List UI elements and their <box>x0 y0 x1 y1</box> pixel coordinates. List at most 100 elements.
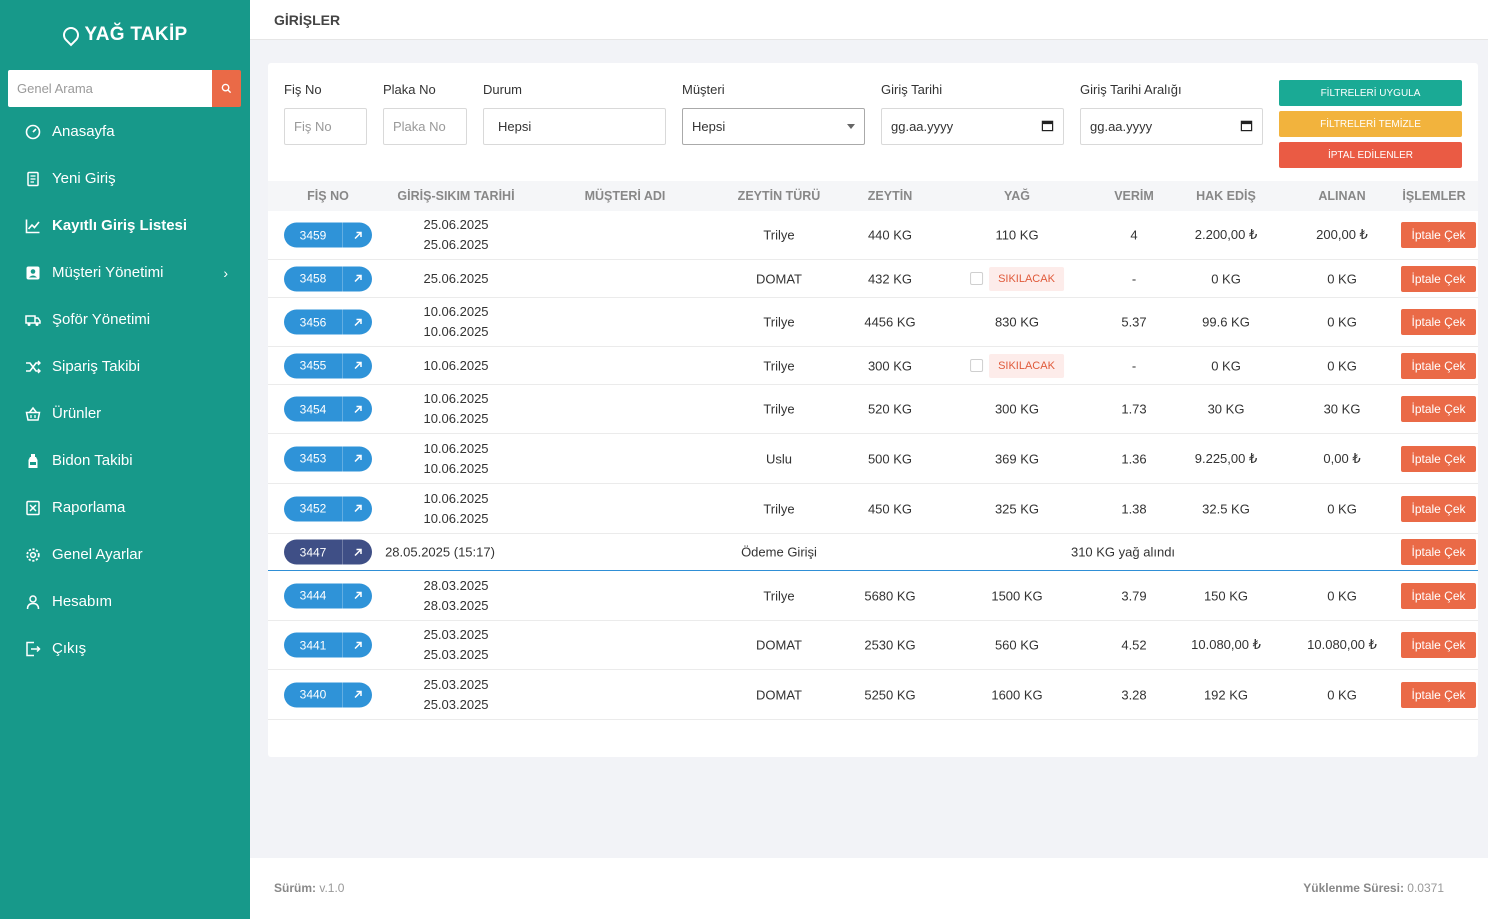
yield-value: 3.28 <box>1121 687 1147 702</box>
column-header[interactable]: İŞLEMLER <box>1402 181 1465 211</box>
giris-tarihi-araligi-input[interactable]: gg.aa.yyyy <box>1080 108 1263 145</box>
column-header[interactable]: MÜŞTERİ ADI <box>585 181 666 211</box>
press-date: 10.06.2025 <box>423 324 489 339</box>
shuffle-icon <box>25 359 41 375</box>
sidebar-item-9[interactable]: Raporlama <box>0 484 250 531</box>
entry-date: 28.03.2025 <box>423 577 489 593</box>
received-value: 200,00 ₺ <box>1316 227 1368 242</box>
basket-icon <box>25 406 41 422</box>
brand-logo[interactable]: YAĞ TAKİP <box>0 0 250 70</box>
entry-dates: 25.03.2025 25.03.2025 <box>423 675 488 715</box>
open-link-icon[interactable] <box>342 309 372 335</box>
entry-date: 25.03.2025 <box>423 627 489 642</box>
fis-no-button[interactable]: 3456 <box>284 309 372 335</box>
cancel-entry-button[interactable]: İptale Çek <box>1401 632 1476 658</box>
sidebar-item-10[interactable]: Genel Ayarlar <box>0 531 250 578</box>
cancel-entry-button[interactable]: İptale Çek <box>1401 539 1476 565</box>
cancel-entry-button[interactable]: İptale Çek <box>1401 265 1476 292</box>
filter-musteri-label: Müşteri <box>682 82 725 97</box>
fis-number: 3452 <box>299 501 327 516</box>
cancel-entry-button[interactable]: İptale Çek <box>1401 681 1476 708</box>
cancelled-entries-button[interactable]: İPTAL EDİLENLER <box>1279 142 1462 168</box>
column-header[interactable]: FİŞ NO <box>307 181 349 211</box>
sidebar-item-5[interactable]: Şoför Yönetimi <box>0 296 250 343</box>
sidebar-item-4[interactable]: Müşteri Yönetimi › <box>0 249 250 296</box>
open-link-icon[interactable] <box>342 682 372 707</box>
open-link-icon[interactable] <box>342 396 372 422</box>
olive-type: Trilye <box>763 401 795 417</box>
entry-date: 10.06.2025 <box>423 304 489 319</box>
cancel-entry-button[interactable]: İptale Çek <box>1401 309 1476 335</box>
fis-no-button[interactable]: 3458 <box>284 266 372 291</box>
open-link-icon[interactable] <box>342 583 372 608</box>
brand-name: YAĞ TAKİP <box>84 24 188 45</box>
open-link-icon[interactable] <box>342 353 372 378</box>
column-header[interactable]: VERİM <box>1114 181 1154 211</box>
fis-no-button[interactable]: 3453 <box>284 446 372 471</box>
user-icon <box>25 594 41 610</box>
plaka-no-input[interactable]: Plaka No <box>383 108 467 145</box>
sidebar-item-11[interactable]: Hesabım <box>0 578 250 625</box>
apply-filters-button[interactable]: FİLTRELERİ UYGULA <box>1279 80 1462 106</box>
sidebar-item-8[interactable]: Bidon Takibi <box>0 437 250 484</box>
column-header[interactable]: ALINAN <box>1318 181 1365 211</box>
table-header: FİŞ NO GİRİŞ-SIKIM TARİHİ MÜŞTERİ ADI ZEYTİ… <box>268 181 1478 211</box>
pending-checkbox[interactable] <box>970 359 984 372</box>
durum-select[interactable]: Hepsi <box>483 108 666 145</box>
search-input[interactable] <box>8 70 212 107</box>
entry-dates: 10.06.2025 10.06.2025 <box>423 389 488 429</box>
calendar-icon[interactable] <box>1240 119 1253 135</box>
sidebar-item-6[interactable]: Sipariş Takibi <box>0 343 250 390</box>
sidebar-item-2[interactable]: Yeni Giriş <box>0 155 250 202</box>
cancel-entry-button[interactable]: İptale Çek <box>1401 222 1476 248</box>
sidebar-item-label: Müşteri Yönetimi <box>52 264 164 281</box>
fis-no-input[interactable]: Fiş No <box>284 108 367 145</box>
fis-no-button[interactable]: 3455 <box>284 353 372 378</box>
received-value: 0 KG <box>1327 358 1357 373</box>
yield-value: 1.38 <box>1121 501 1147 516</box>
clear-filters-button[interactable]: FİLTRELERİ TEMİZLE <box>1279 111 1462 137</box>
version-info: Sürüm: v.1.0 <box>274 881 344 895</box>
entry-dates: 10.06.2025 10.06.2025 <box>423 439 488 479</box>
calendar-icon[interactable] <box>1041 119 1054 135</box>
fis-no-button[interactable]: 3452 <box>284 496 372 521</box>
fis-no-button[interactable]: 3444 <box>284 583 372 608</box>
cancel-entry-button[interactable]: İptale Çek <box>1401 495 1476 522</box>
cancel-entry-button[interactable]: İptale Çek <box>1401 396 1476 422</box>
open-link-icon[interactable] <box>342 539 372 565</box>
fis-no-button[interactable]: 3447 <box>284 539 372 565</box>
giris-tarihi-input[interactable]: gg.aa.yyyy <box>881 108 1064 145</box>
open-link-icon[interactable] <box>342 496 372 521</box>
column-header[interactable]: YAĞ <box>1004 181 1030 211</box>
sidebar-item-1[interactable]: Anasayfa <box>0 108 250 155</box>
column-header[interactable]: ZEYTİN TÜRÜ <box>738 181 821 211</box>
cancel-entry-button[interactable]: İptale Çek <box>1401 352 1476 379</box>
search-button[interactable] <box>212 70 241 107</box>
musteri-select[interactable]: Hepsi <box>682 108 865 145</box>
cancel-entry-button[interactable]: İptale Çek <box>1401 445 1476 472</box>
open-link-icon[interactable] <box>342 266 372 291</box>
fis-no-button[interactable]: 3459 <box>284 222 372 248</box>
sidebar-item-3[interactable]: Kayıtlı Giriş Listesi <box>0 202 250 249</box>
pending-checkbox[interactable] <box>970 272 984 285</box>
open-link-icon[interactable] <box>342 222 372 248</box>
column-header[interactable]: ZEYTİN <box>868 181 912 211</box>
page-title: GİRİŞLER <box>274 12 341 28</box>
load-time-value: 0.0371 <box>1407 881 1444 895</box>
sidebar-item-label: Bidon Takibi <box>52 452 133 469</box>
giris-tarihi-value: gg.aa.yyyy <box>891 119 954 134</box>
cancel-entry-button[interactable]: İptale Çek <box>1401 582 1476 609</box>
column-header[interactable]: GİRİŞ-SIKIM TARİHİ <box>397 181 514 211</box>
olive-amount: 4456 KG <box>864 314 916 330</box>
sidebar-item-12[interactable]: Çıkış <box>0 625 250 672</box>
sidebar-item-label: Genel Ayarlar <box>52 546 143 563</box>
fis-no-button[interactable]: 3440 <box>284 682 372 707</box>
sidebar-item-7[interactable]: Ürünler <box>0 390 250 437</box>
open-link-icon[interactable] <box>342 446 372 471</box>
fis-no-button[interactable]: 3441 <box>284 632 372 658</box>
open-link-icon[interactable] <box>342 632 372 658</box>
press-date: 28.03.2025 <box>423 597 489 613</box>
filter-fis-no: Fiş No Fiş No <box>284 81 367 145</box>
column-header[interactable]: HAK EDİŞ <box>1196 181 1256 211</box>
fis-no-button[interactable]: 3454 <box>284 396 372 422</box>
